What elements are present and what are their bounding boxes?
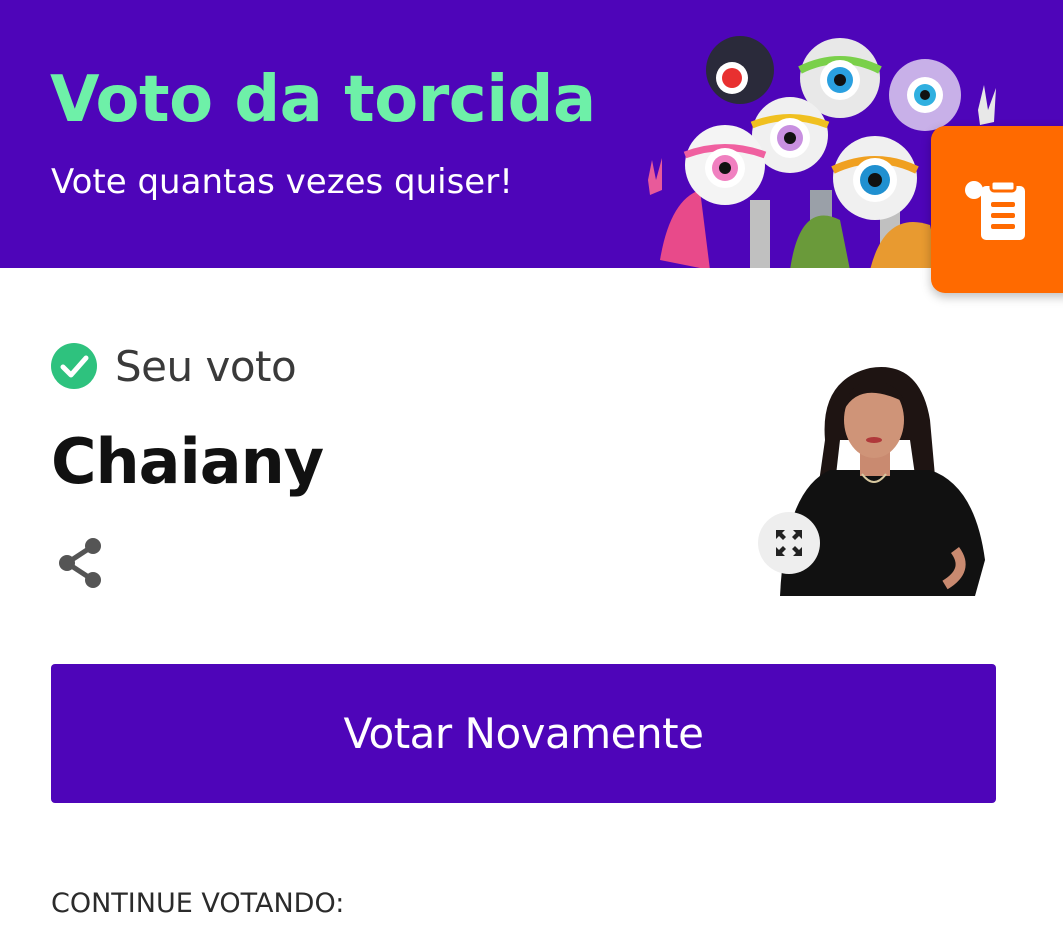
vote-again-button[interactable]: Votar Novamente [51,664,996,803]
continue-voting-label: CONTINUE VOTANDO: [51,888,345,919]
clipboard-icon [965,179,1025,240]
floating-clipboard-button[interactable] [931,126,1063,293]
share-icon [59,538,101,588]
candidate-name: Chaiany [51,425,324,498]
header-banner: Voto da torcida Vote quantas vezes quise… [0,0,1063,268]
vote-status-label: Seu voto [115,341,297,391]
share-button[interactable] [55,537,105,589]
vote-status: Seu voto [51,336,297,396]
page-title: Voto da torcida [50,63,596,137]
check-circle-icon [51,343,97,389]
page-subtitle: Vote quantas vezes quiser! [51,162,513,202]
expand-icon [776,530,802,556]
expand-photo-button[interactable] [758,512,820,574]
